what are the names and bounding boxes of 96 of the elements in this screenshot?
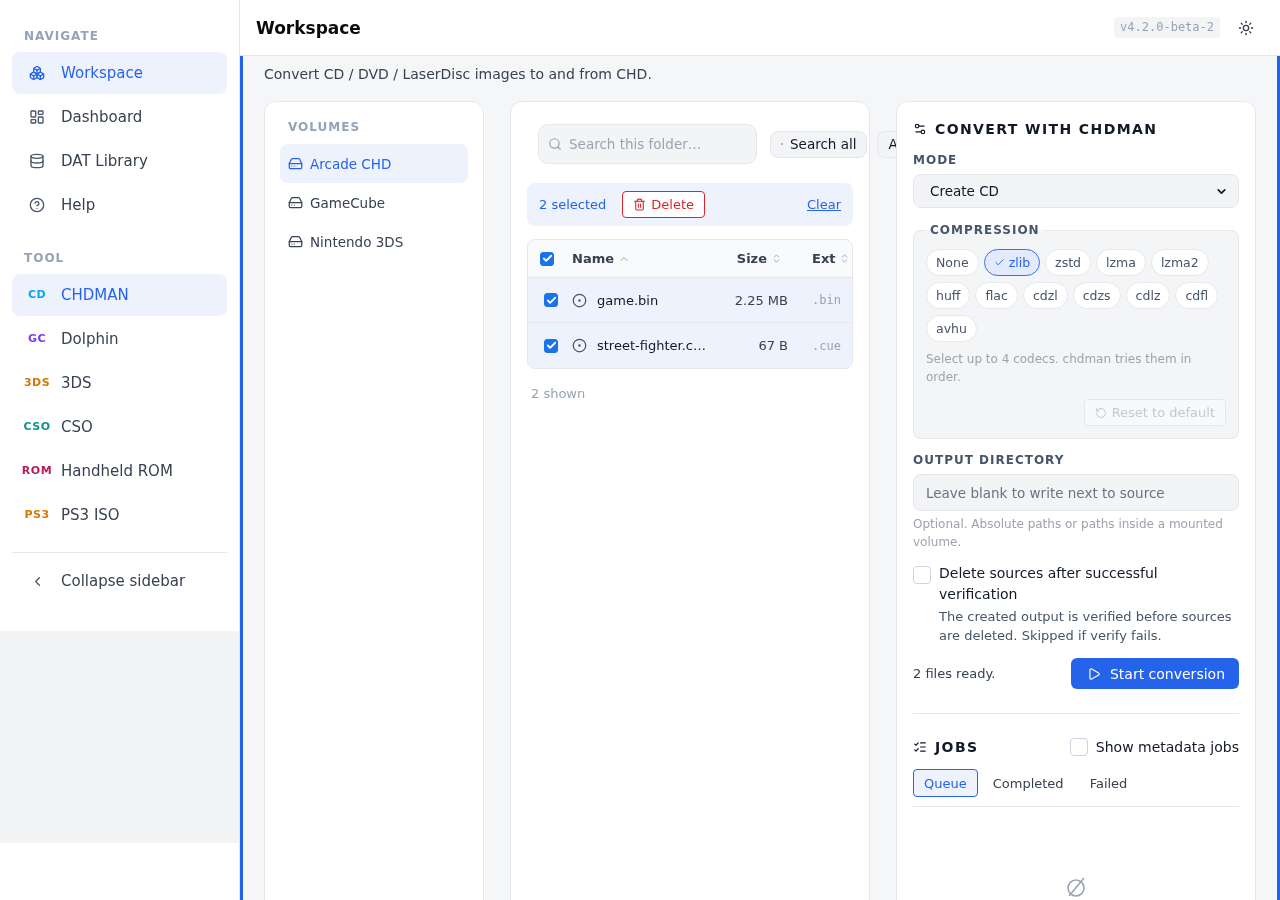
section-heading: VOLUMES <box>287 119 362 135</box>
file-size: 67 B <box>758 338 788 353</box>
column-header[interactable]: Name <box>572 251 630 266</box>
play-icon <box>1086 666 1101 681</box>
nav-item[interactable]: PS3 PS3 ISO <box>12 494 227 536</box>
metadata-checkbox[interactable] <box>1069 738 1088 756</box>
tool-code: GC <box>27 332 47 346</box>
empty-set-icon <box>1066 877 1086 897</box>
column-header[interactable]: Ext <box>812 251 851 266</box>
page-subtitle: Convert CD / DVD / LaserDisc images to and from CHD. <box>264 65 653 84</box>
column-header[interactable]: Size <box>736 251 782 266</box>
codec-chip[interactable]: zstd <box>1045 249 1091 276</box>
layout-grid-icon <box>29 109 45 125</box>
codec-chip[interactable]: cdlz <box>1125 282 1171 309</box>
jobs-tab[interactable]: Queue <box>913 769 978 797</box>
field-label: COMPRESSION <box>929 222 1041 238</box>
nav-item[interactable]: GC Dolphin <box>12 318 227 360</box>
row-checkbox[interactable] <box>544 338 558 353</box>
nav-item[interactable]: CSO CSO <box>12 406 227 448</box>
collapse-sidebar-button[interactable]: Collapse sidebar <box>12 560 227 602</box>
codec-chip[interactable]: avhu <box>926 315 977 342</box>
nav-item[interactable]: CD CHDMAN <box>12 274 227 316</box>
tool-code: 3DS <box>23 376 51 390</box>
delete-sources-label: Delete sources after successful verification <box>939 564 1159 604</box>
row-checkbox[interactable] <box>544 293 558 307</box>
clear-link[interactable]: Clear <box>807 197 841 212</box>
codec-chip[interactable]: lzma <box>1096 249 1146 276</box>
codec-chip[interactable]: flac <box>975 282 1018 309</box>
drive-icon <box>288 156 303 171</box>
shown-count: 2 shown <box>530 386 587 401</box>
codec-chip[interactable]: cdzl <box>1022 282 1068 309</box>
nav-item[interactable]: Dashboard <box>12 96 227 138</box>
check-icon <box>993 257 1005 268</box>
select-all-checkbox[interactable] <box>540 251 554 266</box>
file-extension: .cue <box>812 338 841 353</box>
mode-select[interactable]: Create CD <box>913 174 1239 208</box>
codec-chip[interactable]: huff <box>926 282 971 309</box>
field-label: MODE <box>913 152 959 168</box>
file-row[interactable]: game.bin 2.25 MB .bin <box>528 278 852 323</box>
search-field[interactable]: Search this folder… <box>538 124 757 164</box>
ready-status: 2 files ready. <box>913 666 996 681</box>
page-title: Workspace <box>256 17 361 38</box>
file-name: game.bin <box>597 292 659 308</box>
drive-icon <box>288 195 303 210</box>
delete-sources-description: The created output is verified before sources are deleted. Skipped if verify fails. <box>939 608 1233 645</box>
rotate-icon <box>1094 406 1107 419</box>
tool-code: CD <box>27 288 47 302</box>
start-conversion-button[interactable]: Start conversion <box>1070 658 1239 689</box>
search-icon <box>548 137 562 151</box>
tool-code: PS3 <box>24 508 50 522</box>
database-icon <box>29 153 45 169</box>
sun-icon <box>1238 19 1254 36</box>
disc-icon <box>572 338 587 353</box>
jobs-tab[interactable]: Completed <box>981 769 1075 797</box>
file-row[interactable]: street-fighter.c… 67 B .cue <box>528 323 852 368</box>
compression-hint: Select up to 4 codecs. chdman tries them in order. <box>926 351 1193 386</box>
cubes-icon <box>29 65 45 81</box>
disc-icon <box>572 292 587 308</box>
delete-button[interactable]: Delete <box>622 191 705 218</box>
section-heading: NAVIGATE <box>23 28 100 44</box>
codec-chip[interactable]: lzma2 <box>1150 249 1209 276</box>
file-extension: .bin <box>812 293 841 307</box>
volume-item[interactable]: Nintendo 3DS <box>280 222 468 261</box>
question-circle-icon <box>29 197 45 213</box>
sliders-icon <box>913 122 927 136</box>
codec-chip[interactable]: cdfl <box>1175 282 1219 309</box>
nav-item[interactable]: Workspace <box>12 52 227 94</box>
jobs-tab[interactable]: Failed <box>1078 769 1139 797</box>
nav-item[interactable]: 3DS 3DS <box>12 362 227 404</box>
file-name: street-fighter.c… <box>597 338 706 353</box>
checklist-icon <box>913 740 927 754</box>
tool-code: CSO <box>23 420 51 434</box>
codec-chip[interactable]: None <box>926 249 979 276</box>
nav-item[interactable]: Help <box>12 184 227 226</box>
volume-item[interactable]: GameCube <box>280 183 468 222</box>
panel-title: JOBS <box>935 738 979 756</box>
delete-sources-checkbox[interactable] <box>913 566 931 584</box>
output-directory-field[interactable]: Leave blank to write next to source <box>913 474 1239 511</box>
codec-chip[interactable]: cdzs <box>1072 282 1121 309</box>
trash-icon <box>633 198 647 211</box>
output-hint: Optional. Absolute paths or paths inside a mounted volume. <box>913 516 1224 551</box>
selection-count: 2 selected <box>539 197 607 212</box>
nav-item[interactable]: ROM Handheld ROM <box>12 450 227 492</box>
codec-chip[interactable]: zlib <box>983 249 1041 276</box>
tool-code: ROM <box>21 464 53 478</box>
version-label: v4.2.0-beta-2 <box>1114 17 1220 38</box>
metadata-label: Show metadata jobs <box>1095 739 1239 755</box>
field-label: OUTPUT DIRECTORY <box>913 452 1066 468</box>
drive-icon <box>288 234 303 249</box>
volume-item[interactable]: Arcade CHD <box>280 144 468 183</box>
theme-toggle[interactable] <box>1238 19 1254 36</box>
scope-button[interactable]: Search all <box>770 130 868 158</box>
file-size: 2.25 MB <box>734 292 788 308</box>
panel-title: CONVERT WITH CHDMAN <box>935 120 1158 138</box>
section-heading: TOOL <box>23 250 66 266</box>
nav-item[interactable]: DAT Library <box>12 140 227 182</box>
